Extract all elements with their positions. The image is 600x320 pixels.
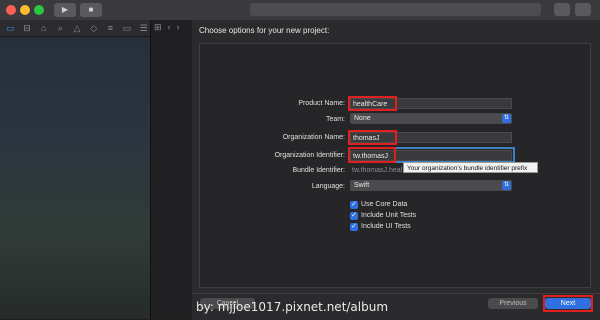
breakpoint-icon[interactable]: ▭ [121, 22, 134, 35]
organization-name-highlight [348, 130, 397, 145]
editor-layout-button[interactable] [575, 3, 591, 16]
use-core-data-label: Use Core Data [361, 201, 408, 208]
find-icon[interactable]: ⌕ [54, 22, 67, 35]
use-core-data-checkbox[interactable]: ✓ [350, 201, 358, 209]
navigator-tab-bar: ▭ ⊟ ⌂ ⌕ △ ◇ ≡ ▭ ☰ [0, 20, 150, 37]
bundle-identifier-label: Bundle Identifier: [292, 167, 345, 174]
stop-icon: ■ [88, 5, 94, 14]
language-label: Language: [311, 183, 345, 190]
language-popup[interactable]: Swift ⇅ [350, 180, 512, 191]
team-value: None [354, 115, 371, 122]
forward-icon[interactable]: › [177, 22, 186, 32]
window-titlebar: ▶ ■ [0, 0, 600, 21]
updown-arrows-icon: ⇅ [502, 114, 511, 123]
run-button[interactable]: ▶ [54, 3, 76, 17]
next-button-highlight [543, 295, 593, 312]
back-icon[interactable]: ‹ [168, 22, 177, 32]
jump-bar: ⊞‹› [154, 22, 186, 33]
test-icon[interactable]: ◇ [87, 22, 100, 35]
organization-identifier-highlight [348, 147, 396, 163]
play-icon: ▶ [61, 5, 69, 14]
sheet-title: Choose options for your new project: [199, 26, 330, 35]
editor-area [150, 20, 193, 319]
source-control-icon[interactable]: ⊟ [21, 22, 34, 35]
bundle-identifier-value: tw.thomasJ.heal [352, 167, 403, 174]
close-window-button[interactable] [6, 5, 16, 15]
team-label: Team: [325, 116, 345, 123]
grid-icon[interactable]: ⊞ [154, 22, 168, 32]
updown-arrows-icon: ⇅ [502, 181, 511, 190]
report-icon[interactable]: ☰ [137, 22, 150, 35]
include-unit-tests-label: Include Unit Tests [361, 212, 417, 219]
activity-viewer [250, 3, 541, 16]
tooltip: Your organization's bundle identifier pr… [403, 162, 538, 173]
library-button[interactable] [554, 3, 570, 16]
team-popup[interactable]: None ⇅ [350, 113, 512, 124]
organization-identifier-label: Organization Identifier: [274, 152, 345, 159]
stop-button[interactable]: ■ [80, 3, 102, 17]
navigator-pane [0, 37, 150, 319]
include-unit-tests-checkbox[interactable]: ✓ [350, 212, 358, 220]
debug-icon[interactable]: ≡ [104, 22, 117, 35]
language-value: Swift [354, 182, 370, 189]
issue-icon[interactable]: △ [71, 22, 84, 35]
minimize-window-button[interactable] [20, 5, 30, 15]
product-name-highlight [348, 96, 397, 111]
previous-button[interactable]: Previous [488, 298, 538, 309]
watermark: by: mjjoe1017.pixnet.net/album [196, 300, 389, 314]
organization-name-label: Organization Name: [282, 134, 345, 141]
zoom-window-button[interactable] [34, 5, 44, 15]
include-ui-tests-label: Include UI Tests [361, 223, 411, 230]
folder-icon[interactable]: ▭ [4, 22, 17, 35]
include-ui-tests-checkbox[interactable]: ✓ [350, 223, 358, 231]
product-name-label: Product Name: [298, 100, 345, 107]
symbol-icon[interactable]: ⌂ [37, 22, 50, 35]
